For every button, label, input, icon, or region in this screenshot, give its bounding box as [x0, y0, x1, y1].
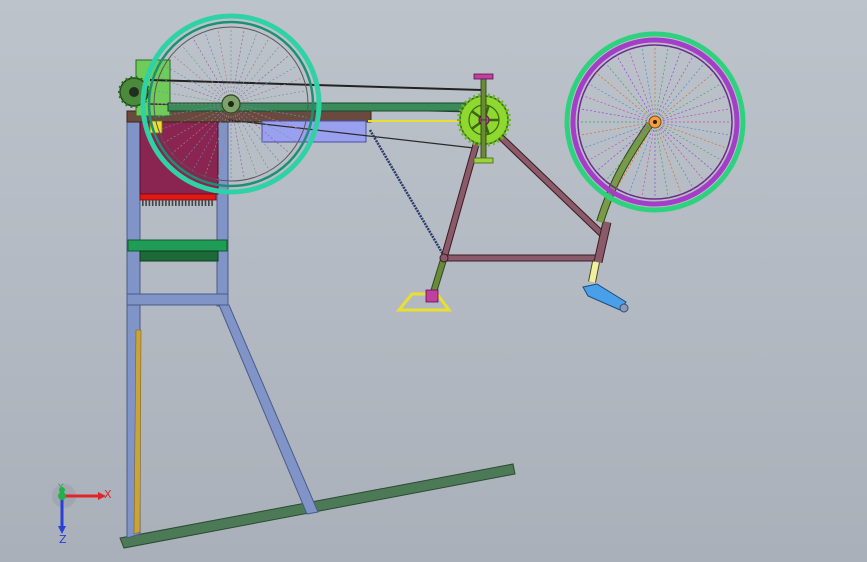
- pedal-bottom[interactable]: [473, 157, 494, 164]
- gear-tooth: [491, 140, 496, 146]
- heater-fin: [175, 200, 177, 206]
- heater-fin: [171, 200, 174, 206]
- front-foot-stand[interactable]: [582, 283, 629, 313]
- spoke: [595, 72, 656, 123]
- gear-tooth: [491, 94, 496, 100]
- upright-post-right[interactable]: [216, 120, 229, 307]
- gear-tooth: [457, 123, 462, 127]
- heater-fin: [201, 200, 203, 206]
- motor-axle: [129, 87, 139, 97]
- gear-tooth: [458, 127, 464, 132]
- heater-bar[interactable]: [139, 193, 217, 201]
- gear-tooth: [472, 94, 477, 100]
- gear-tooth: [139, 77, 143, 82]
- spoke: [230, 54, 291, 105]
- heater-fin: [168, 200, 170, 206]
- gear-tooth: [135, 104, 138, 108]
- heater-fin: [204, 200, 207, 206]
- gear-tooth: [118, 85, 123, 89]
- pedal-top[interactable]: [473, 73, 494, 80]
- heater-fin: [158, 200, 161, 206]
- heater-fin: [191, 200, 194, 206]
- coordinate-axes-icon: [52, 484, 106, 534]
- spoke: [171, 54, 232, 105]
- spoke: [605, 62, 656, 123]
- gear-tooth: [458, 108, 464, 113]
- green-shelf[interactable]: [127, 239, 228, 252]
- gear-tooth: [125, 102, 129, 107]
- heater-fin: [148, 200, 151, 206]
- heater-fin: [181, 200, 184, 206]
- heater-fin: [151, 200, 154, 206]
- gear-tooth: [118, 95, 123, 99]
- heater-fin: [161, 200, 164, 206]
- heater-fin: [165, 200, 167, 206]
- heater-fin: [194, 200, 197, 206]
- heater-fin: [198, 200, 200, 206]
- spoke: [654, 62, 705, 123]
- z-axis-label: Z: [59, 533, 67, 546]
- heater-fin: [145, 200, 147, 206]
- gear-tooth: [464, 135, 469, 140]
- base-plate[interactable]: [119, 463, 516, 549]
- spoke: [654, 72, 715, 123]
- heater-fin: [211, 200, 213, 206]
- gear-tooth: [487, 93, 491, 98]
- front-wheel[interactable]: [564, 31, 746, 213]
- bicycle-frame[interactable]: [428, 115, 654, 299]
- cad-viewport[interactable]: X Y Z: [0, 0, 867, 562]
- gear-tooth: [487, 142, 491, 147]
- spoke: [181, 44, 232, 105]
- chainring[interactable]: [457, 73, 511, 164]
- gear-tooth: [499, 100, 504, 105]
- gear-tooth: [504, 127, 510, 132]
- gear-tooth: [135, 76, 138, 80]
- heater-fin: [178, 200, 180, 206]
- rear-foot-stand[interactable]: [395, 289, 452, 312]
- gear-tooth: [130, 76, 133, 80]
- gear-tooth: [506, 113, 511, 117]
- gear-tooth: [457, 113, 462, 117]
- rear-wheel[interactable]: [140, 13, 322, 195]
- green-shelf-bracket: [139, 250, 219, 262]
- gear-tooth: [130, 104, 133, 108]
- spoke: [654, 121, 715, 172]
- crank-arm-up[interactable]: [480, 75, 487, 121]
- gear-tooth: [506, 123, 511, 127]
- lower-crossbar[interactable]: [126, 293, 229, 306]
- heater-fin: [155, 200, 157, 206]
- crank-arm-down[interactable]: [480, 119, 487, 161]
- assembly-model[interactable]: [0, 0, 867, 562]
- gear-tooth: [504, 108, 510, 113]
- x-axis-label: X: [104, 488, 112, 501]
- heater-fin: [188, 200, 190, 206]
- gear-tooth: [477, 93, 481, 98]
- diagonal-brace[interactable]: [218, 304, 319, 515]
- y-axis-label: Y: [58, 483, 64, 493]
- spoke: [230, 44, 281, 105]
- heater-fin: [208, 200, 210, 206]
- gear-tooth: [477, 142, 481, 147]
- heater-fin: [184, 200, 187, 206]
- gear-tooth: [125, 77, 129, 82]
- heater-fin: [142, 200, 144, 206]
- heater-fins: [142, 200, 213, 206]
- spoke: [654, 121, 705, 182]
- gear-tooth: [472, 140, 477, 146]
